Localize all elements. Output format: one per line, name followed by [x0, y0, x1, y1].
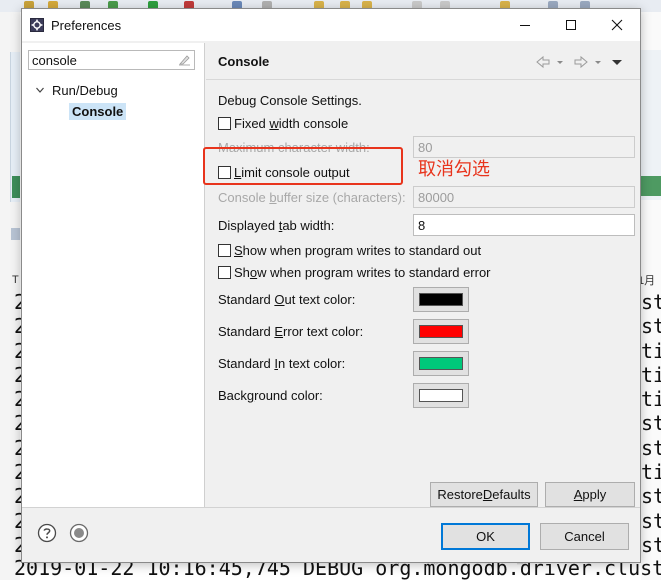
close-icon	[611, 19, 623, 31]
cancel-button[interactable]: Cancel	[540, 523, 629, 550]
back-arrow-icon[interactable]	[535, 53, 551, 71]
show-on-stderr-label: Show when program writes to standard err…	[234, 264, 491, 280]
fixed-width-checkbox[interactable]: Fixed width console	[218, 115, 348, 131]
title-bar[interactable]: Preferences	[22, 9, 640, 41]
minimize-button[interactable]	[502, 9, 548, 41]
fixed-width-label: Fixed width console	[234, 115, 349, 131]
tab-width-label: Displayed tab width:	[218, 218, 335, 233]
preference-tree-pane: console Run/Debug Console	[22, 43, 205, 507]
ide-left-marker	[12, 176, 20, 198]
show-on-stderr-checkbox[interactable]: Show when program writes to standard err…	[218, 264, 491, 280]
page-title: Console	[218, 54, 270, 69]
show-on-stdout-label: Show when program writes to standard out	[234, 242, 482, 258]
background-color-button[interactable]	[413, 383, 469, 408]
ide-console-right-lines: st st ti ti ti st st ti st st st	[641, 290, 661, 557]
filter-input[interactable]: console	[28, 50, 195, 70]
stderr-color-label: Standard Error text color:	[218, 324, 364, 339]
preferences-link-icon[interactable]	[69, 523, 89, 543]
preferences-dialog: Preferences console Run/Debug Console Co…	[21, 8, 641, 563]
page-navigation	[535, 53, 635, 71]
back-history-chevron-icon[interactable]	[555, 53, 565, 71]
preferences-app-icon	[30, 18, 44, 32]
show-on-stdout-checkbox-box[interactable]	[218, 243, 231, 257]
view-menu-icon[interactable]	[611, 53, 623, 71]
dialog-title: Preferences	[51, 18, 122, 33]
preference-page: Console Debug Console Settings. Fixed wi…	[206, 43, 640, 507]
minimize-icon	[520, 25, 530, 26]
stdin-color-swatch	[419, 357, 463, 370]
fixed-width-checkbox-box[interactable]	[218, 116, 231, 130]
expand-arrow-icon[interactable]	[35, 85, 45, 95]
forward-history-chevron-icon[interactable]	[593, 53, 603, 71]
buffer-size-input[interactable]: 80000	[413, 186, 635, 208]
clear-filter-icon[interactable]	[178, 54, 191, 66]
stdout-color-button[interactable]	[413, 287, 469, 312]
apply-button[interactable]: Apply	[545, 482, 635, 507]
stdin-color-button[interactable]	[413, 351, 469, 376]
stderr-color-swatch	[419, 325, 463, 338]
stdout-color-swatch	[419, 293, 463, 306]
ok-button[interactable]: OK	[441, 523, 530, 550]
stderr-color-button[interactable]	[413, 319, 469, 344]
tree-item-console[interactable]: Console	[69, 103, 127, 120]
title-separator	[206, 79, 640, 80]
close-button[interactable]	[594, 9, 640, 41]
maximize-button[interactable]	[548, 9, 594, 41]
restore-defaults-button[interactable]: Restore Defaults	[430, 482, 538, 507]
show-on-stderr-checkbox-box[interactable]	[218, 265, 231, 279]
tree-item-run-debug[interactable]: Run/Debug	[52, 83, 118, 98]
ide-right-marker	[641, 176, 661, 196]
buffer-size-label: Console buffer size (characters):	[218, 190, 406, 205]
ide-left-fragment: T	[12, 274, 19, 286]
stdin-color-label: Standard In text color:	[218, 356, 346, 371]
ide-left-icon	[11, 228, 20, 240]
maximize-icon	[566, 20, 576, 30]
annotation-highlight-box	[203, 147, 403, 185]
help-icon[interactable]	[37, 523, 57, 543]
stdout-color-label: Standard Out text color:	[218, 292, 356, 307]
forward-arrow-icon[interactable]	[573, 53, 589, 71]
ide-right-header: 1月	[638, 275, 656, 287]
background-color-swatch	[419, 389, 463, 402]
annotation-text: 取消勾选	[418, 159, 490, 180]
background-color-label: Background color:	[218, 388, 323, 403]
ide-console-left-lines: 22 22 22 22 22 2	[14, 290, 22, 557]
filter-input-value: console	[32, 53, 77, 68]
tab-width-input[interactable]: 8	[413, 214, 635, 236]
show-on-stdout-checkbox[interactable]: Show when program writes to standard out	[218, 242, 481, 258]
section-description: Debug Console Settings.	[218, 93, 362, 108]
bottom-separator	[22, 507, 640, 508]
